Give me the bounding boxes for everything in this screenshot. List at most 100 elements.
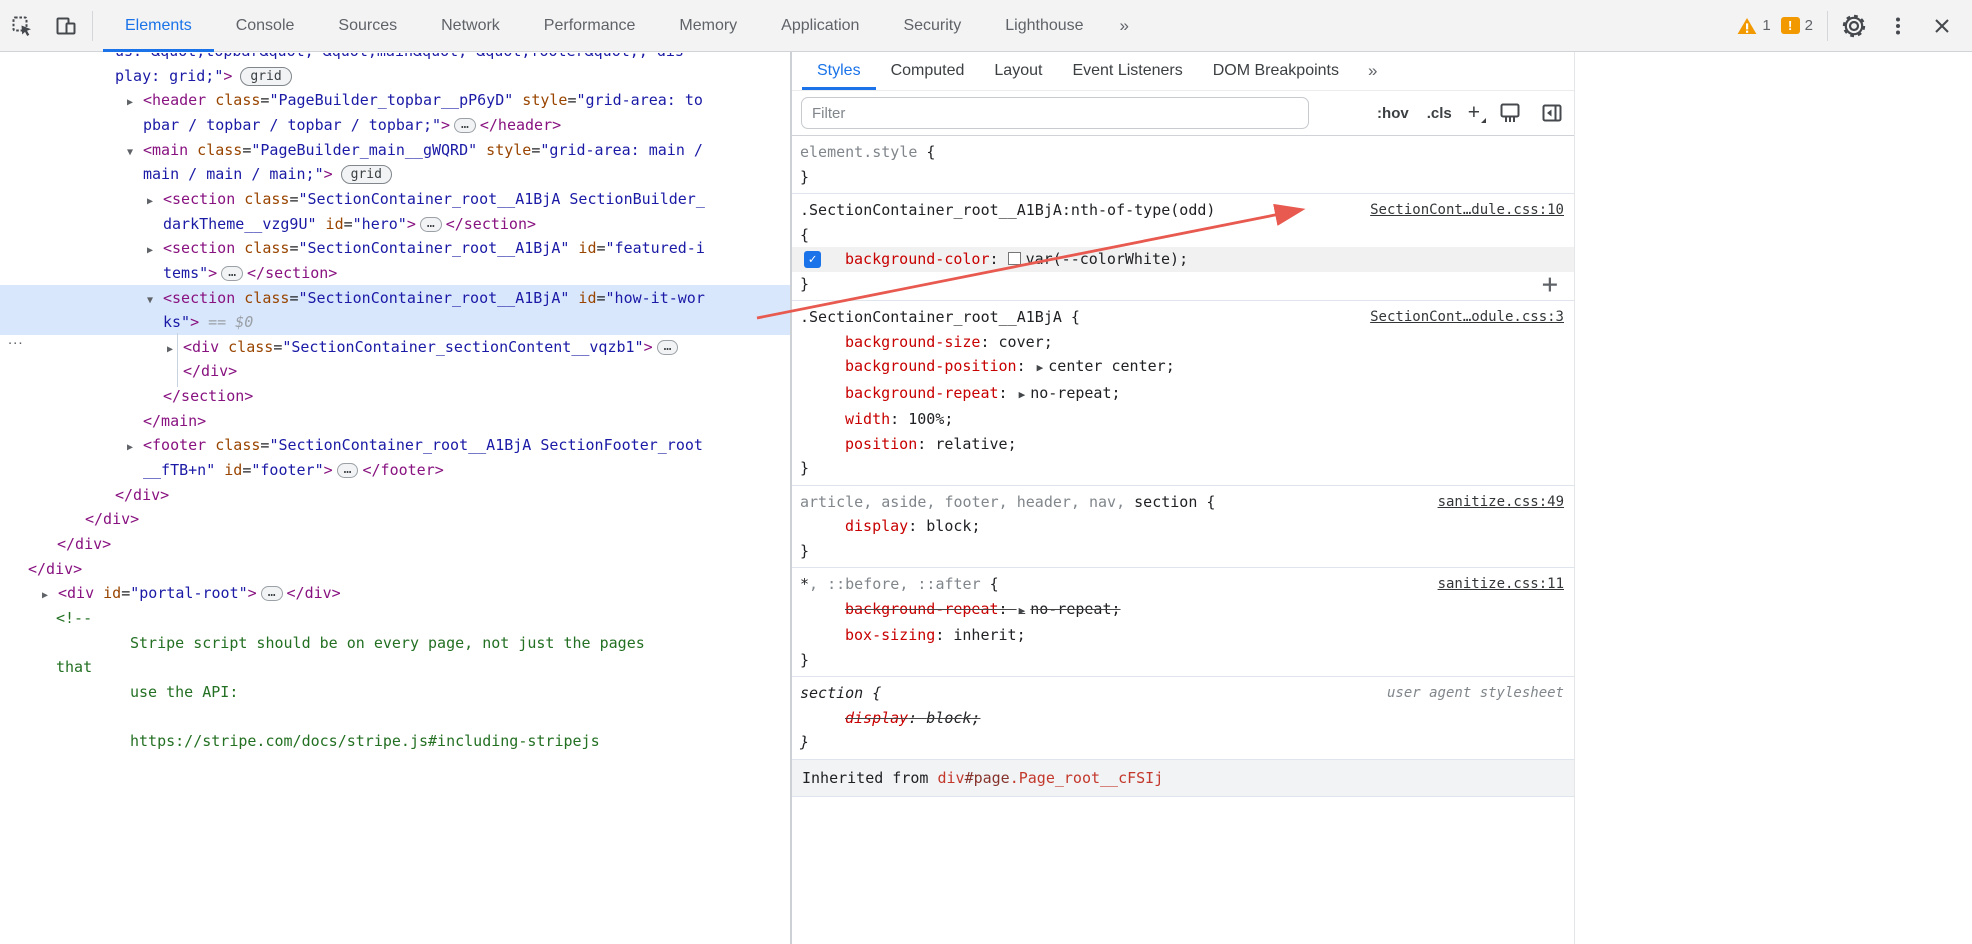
- dom-tree-line[interactable]: ▶<section class="SectionContainer_root__…: [147, 236, 705, 261]
- css-declaration[interactable]: background-position: ▶center center;: [792, 354, 1574, 381]
- dom-tree-line[interactable]: use the API:: [130, 680, 238, 705]
- dom-tree-line[interactable]: </main>: [143, 409, 206, 434]
- css-property-name[interactable]: background-position: [845, 357, 1017, 375]
- dom-tree-line[interactable]: play: grid;">grid: [115, 64, 292, 89]
- toggle-element-state-button[interactable]: :hov: [1377, 105, 1409, 122]
- expand-children-button[interactable]: …: [261, 586, 283, 601]
- css-declaration[interactable]: box-sizing: inherit;: [792, 623, 1574, 648]
- dom-tree-line[interactable]: </div>: [115, 483, 169, 508]
- stylesheet-link[interactable]: SectionCont…odule.css:3: [1360, 305, 1564, 330]
- inherited-node-link[interactable]: div: [937, 769, 964, 787]
- inherited-node-link[interactable]: #page: [965, 769, 1010, 787]
- css-selector[interactable]: article, aside, footer, header, nav, sec…: [800, 490, 1215, 515]
- css-property-name[interactable]: width: [845, 410, 890, 428]
- css-declaration[interactable]: background-size: cover;: [792, 330, 1574, 355]
- insert-style-rule-button[interactable]: +: [1542, 271, 1558, 298]
- more-tabs-button[interactable]: »: [1106, 16, 1141, 36]
- css-declaration[interactable]: position: relative;: [792, 432, 1574, 457]
- expand-arrow-icon[interactable]: ▶: [127, 90, 143, 115]
- css-property-name[interactable]: background-repeat: [845, 384, 999, 402]
- collapse-arrow-icon[interactable]: ▼: [147, 288, 163, 313]
- css-selector[interactable]: .SectionContainer_root__A1BjA:nth-of-typ…: [800, 198, 1215, 223]
- dom-tree-line[interactable]: ▶<div class="SectionContainer_sectionCon…: [167, 335, 682, 360]
- dom-tree-line[interactable]: <!--: [56, 606, 92, 631]
- expand-arrow-icon[interactable]: ▶: [127, 435, 143, 460]
- css-declaration[interactable]: ✓background-color: var(--colorWhite);: [792, 247, 1574, 272]
- dom-tree-line[interactable]: main / main / main;">grid: [143, 162, 392, 187]
- expand-children-button[interactable]: …: [454, 118, 476, 133]
- dom-tree-line[interactable]: darkTheme__vzg9U" id="hero">…</section>: [163, 212, 536, 237]
- collapse-arrow-icon[interactable]: ▼: [127, 140, 143, 165]
- dom-tree-line[interactable]: ks"> == $0: [163, 310, 253, 335]
- expand-value-icon[interactable]: ▶: [1037, 361, 1044, 374]
- css-selector[interactable]: element.style {: [800, 140, 935, 165]
- expand-children-button[interactable]: …: [420, 217, 442, 232]
- sidebar-tab-styles[interactable]: Styles: [802, 52, 876, 90]
- css-property-name[interactable]: display: [845, 709, 908, 727]
- dom-tree-line[interactable]: Stripe script should be on every page, n…: [130, 631, 645, 656]
- dom-tree-line[interactable]: </section>: [163, 384, 253, 409]
- sidebar-more-tabs-button[interactable]: »: [1354, 52, 1389, 90]
- inspect-element-button[interactable]: [0, 6, 44, 46]
- element-classes-button[interactable]: .cls: [1427, 105, 1452, 122]
- tab-security[interactable]: Security: [881, 0, 983, 52]
- sidebar-tab-dom-breakpoints[interactable]: DOM Breakpoints: [1198, 52, 1354, 90]
- new-style-rule-button[interactable]: +: [1468, 101, 1480, 125]
- dom-tree-line[interactable]: ▼<main class="PageBuilder_main__gWQRD" s…: [127, 138, 703, 163]
- expand-arrow-icon[interactable]: ▶: [147, 238, 163, 263]
- css-declaration[interactable]: background-repeat: ▶no-repeat;: [792, 597, 1574, 624]
- dom-gutter-menu[interactable]: ...: [8, 331, 24, 348]
- dom-tree-line[interactable]: ▶<section class="SectionContainer_root__…: [147, 187, 705, 212]
- expand-children-button[interactable]: …: [657, 340, 679, 355]
- font-editor-button[interactable]: [1498, 101, 1522, 125]
- css-selector[interactable]: .SectionContainer_root__A1BjA {: [800, 305, 1080, 330]
- expand-arrow-icon[interactable]: ▶: [42, 583, 58, 608]
- expand-arrow-icon[interactable]: ▶: [147, 189, 163, 214]
- expand-value-icon[interactable]: ▶: [1019, 604, 1026, 617]
- toggle-device-toolbar-button[interactable]: [44, 6, 88, 46]
- dom-tree-line[interactable]: us: &quot;topbar&quot; &quot;main&quot; …: [115, 53, 684, 64]
- expand-children-button[interactable]: …: [337, 463, 359, 478]
- css-property-name[interactable]: background-repeat: [845, 600, 999, 618]
- css-declaration[interactable]: display: block;: [792, 514, 1574, 539]
- dom-tree-line[interactable]: tems">…</section>: [163, 261, 337, 286]
- dom-tree-line[interactable]: ▶<footer class="SectionContainer_root__A…: [127, 433, 703, 458]
- close-devtools-button[interactable]: [1920, 6, 1964, 46]
- css-declaration[interactable]: background-repeat: ▶no-repeat;: [792, 381, 1574, 408]
- declaration-checkbox[interactable]: ✓: [804, 251, 821, 268]
- dom-tree-line[interactable]: ▶<header class="PageBuilder_topbar__pP6y…: [127, 88, 703, 113]
- console-warnings-badge[interactable]: 1: [1737, 17, 1770, 35]
- dom-tree-line[interactable]: </div>: [28, 557, 82, 582]
- dom-tree-line[interactable]: </div>: [183, 359, 237, 384]
- expand-children-button[interactable]: …: [221, 266, 243, 281]
- dom-tree-line[interactable]: ▼<section class="SectionContainer_root__…: [147, 286, 705, 311]
- tab-network[interactable]: Network: [419, 0, 522, 52]
- sidebar-tab-event-listeners[interactable]: Event Listeners: [1057, 52, 1197, 90]
- expand-arrow-icon[interactable]: ▶: [167, 337, 183, 362]
- more-options-button[interactable]: [1876, 6, 1920, 46]
- css-declaration[interactable]: display: block;: [792, 706, 1574, 731]
- color-swatch[interactable]: [1008, 252, 1021, 265]
- css-property-name[interactable]: background-color: [845, 250, 990, 268]
- dom-tree-line[interactable]: https://stripe.com/docs/stripe.js#includ…: [130, 729, 600, 754]
- settings-button[interactable]: [1832, 6, 1876, 46]
- tab-sources[interactable]: Sources: [316, 0, 419, 52]
- tab-lighthouse[interactable]: Lighthouse: [983, 0, 1105, 52]
- dom-tree-line[interactable]: that: [56, 655, 92, 680]
- tab-console[interactable]: Console: [214, 0, 317, 52]
- css-property-name[interactable]: position: [845, 435, 917, 453]
- dom-tree-line[interactable]: pbar / topbar / topbar / topbar;">…</hea…: [143, 113, 561, 138]
- styles-filter-input[interactable]: [801, 97, 1309, 129]
- tab-memory[interactable]: Memory: [657, 0, 759, 52]
- stylesheet-link[interactable]: SectionCont…dule.css:10: [1360, 198, 1564, 223]
- inherited-node-link[interactable]: .Page_root__cFSIj: [1010, 769, 1164, 787]
- stylesheet-link[interactable]: sanitize.css:11: [1428, 572, 1564, 597]
- grid-badge[interactable]: grid: [341, 165, 392, 184]
- css-selector[interactable]: *, ::before, ::after {: [800, 572, 999, 597]
- tab-performance[interactable]: Performance: [522, 0, 658, 52]
- tab-application[interactable]: Application: [759, 0, 881, 52]
- css-property-name[interactable]: background-size: [845, 333, 980, 351]
- css-declaration[interactable]: width: 100%;: [792, 407, 1574, 432]
- stylesheet-link[interactable]: sanitize.css:49: [1428, 490, 1564, 515]
- css-property-name[interactable]: box-sizing: [845, 626, 935, 644]
